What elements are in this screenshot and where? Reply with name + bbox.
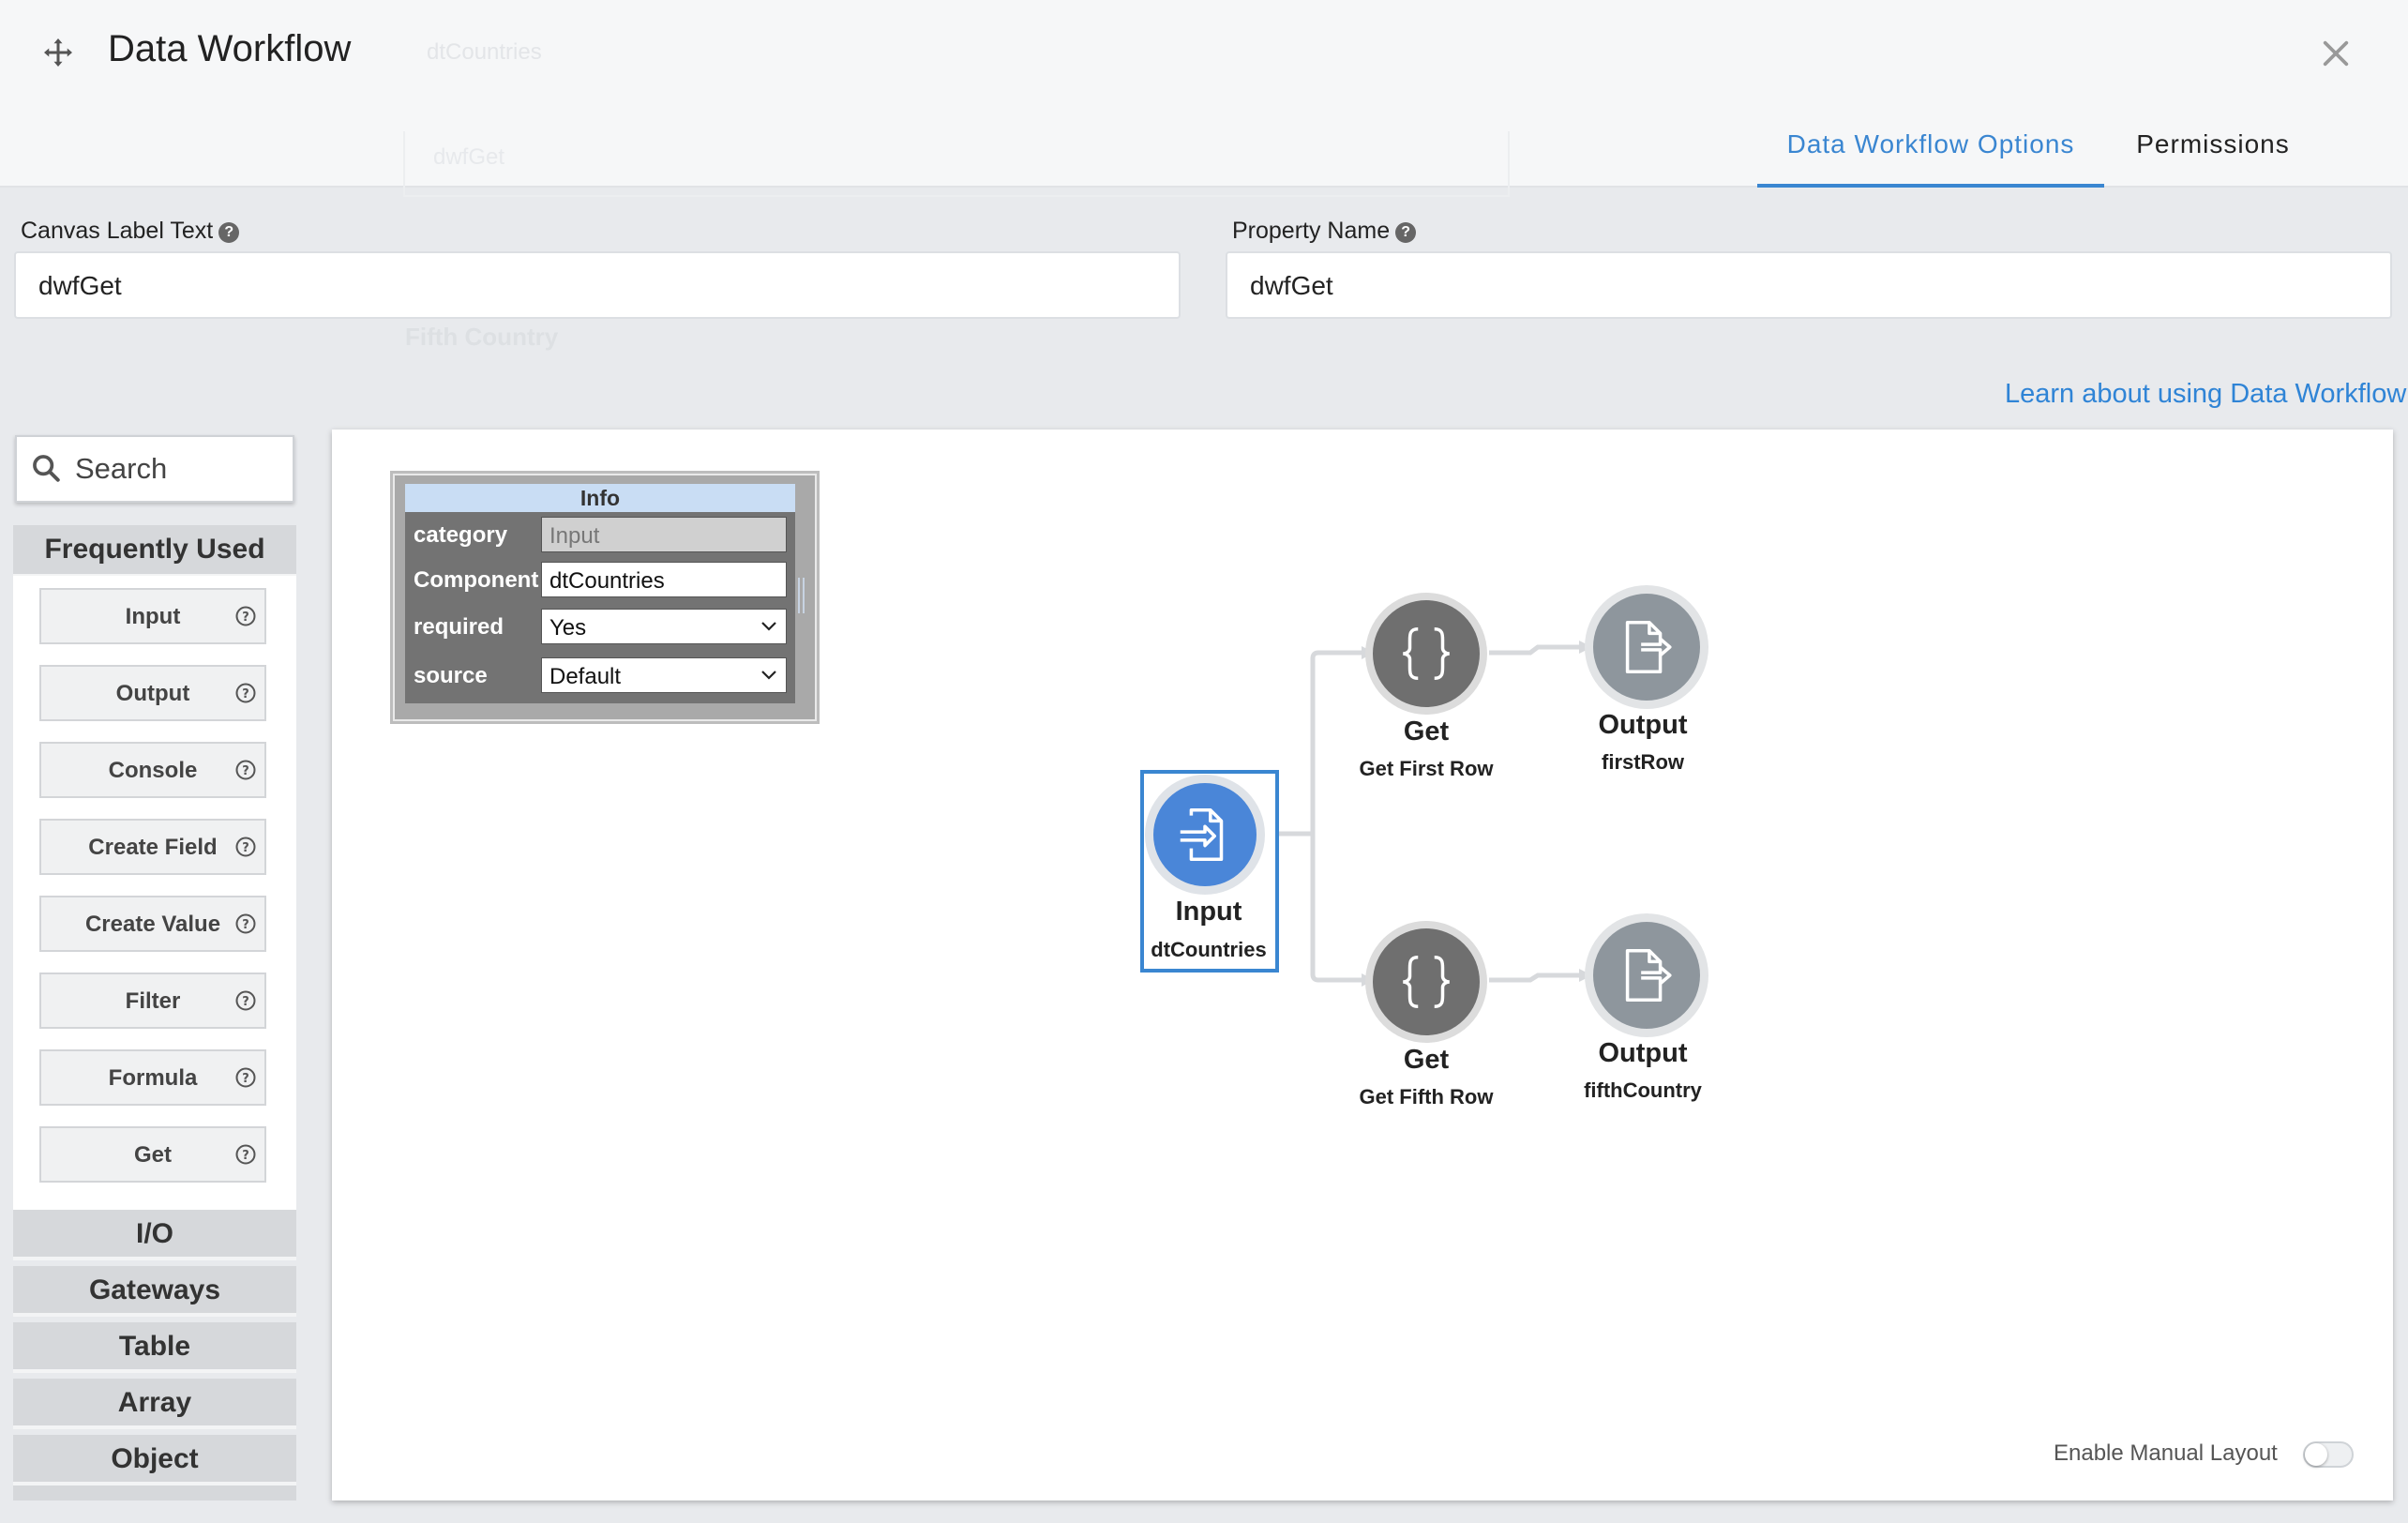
get-fifth-row-subtitle: Get Fifth Row [1359,1085,1494,1108]
chevron-down-icon [761,622,776,631]
toggle-knob [2305,1443,2327,1466]
help-icon[interactable]: ? [234,989,257,1012]
palette-item-label: Formula [108,1065,198,1091]
input-node-subtitle: dtCountries [1151,938,1267,961]
svg-text:?: ? [242,841,249,855]
help-icon[interactable]: ? [234,836,257,858]
output-fifthcountry-title: Output [1598,1038,1688,1068]
palette-item-label: Output [115,681,190,706]
get-fifth-row-title: Get [1403,1045,1450,1075]
canvas-label-text-label: Canvas Label Text? [21,218,240,245]
curly-braces-icon [1403,627,1450,680]
output-firstrow-subtitle: firstRow [1602,750,1684,774]
palette-item-create-field[interactable]: Create Field ? [39,819,266,875]
palette-item-get[interactable]: Get ? [39,1126,266,1183]
palette-item-label: Get [133,1142,172,1168]
canvas-label-text-input[interactable]: dwfGet [14,251,1181,319]
get-first-row-title: Get [1403,716,1450,746]
category-io[interactable]: I/O [13,1210,296,1260]
category-more [13,1485,296,1500]
palette-item-output[interactable]: Output ? [39,665,266,721]
palette-item-create-value[interactable]: Create Value ? [39,896,266,952]
svg-text:?: ? [242,1072,249,1086]
get-first-row-subtitle: Get First Row [1359,757,1494,780]
category-table[interactable]: Table [13,1322,296,1373]
dialog-title: Data Workflow [108,28,352,69]
category-object[interactable]: Object [13,1435,296,1485]
info-panel-title: Info [405,484,795,512]
input-icon [1180,808,1224,861]
learn-about-data-workflow-link[interactable]: Learn about using Data Workflow [2005,379,2406,410]
help-icon[interactable]: ? [234,912,257,935]
help-icon[interactable]: ? [234,1143,257,1166]
output-icon [1625,621,1672,673]
palette-item-console[interactable]: Console ? [39,742,266,798]
palette-item-label: Filter [125,988,181,1014]
info-label-component: Component [414,567,539,593]
resize-handle-icon[interactable] [797,578,806,613]
svg-text:?: ? [242,611,249,625]
palette-item-filter[interactable]: Filter ? [39,973,266,1029]
search-icon [33,455,60,482]
info-label-source: source [414,663,488,688]
palette-item-label: Input [125,604,181,629]
svg-text:?: ? [242,918,249,932]
info-value-category: Input [541,517,787,552]
palette-item-formula[interactable]: Formula ? [39,1049,266,1106]
help-icon[interactable]: ? [234,1066,257,1089]
tab-permissions[interactable]: Permissions [2110,113,2316,188]
svg-text:?: ? [242,1149,249,1163]
svg-text:?: ? [242,995,249,1009]
info-select-required-value: Yes [549,615,587,641]
output-fifthcountry-subtitle: fifthCountry [1584,1078,1702,1102]
category-frequently-used[interactable]: Frequently Used [13,525,296,578]
help-icon[interactable]: ? [1395,222,1417,243]
close-icon[interactable] [2320,38,2352,69]
palette-item-label: Create Field [88,835,218,860]
palette-item-label: Console [108,758,198,783]
help-icon[interactable]: ? [234,759,257,781]
output-firstrow-title: Output [1598,710,1688,740]
background-ghost-label: Fifth Country [405,323,559,351]
curly-braces-icon [1403,956,1450,1008]
help-icon[interactable]: ? [234,605,257,627]
help-icon[interactable]: ? [218,222,240,243]
svg-text:?: ? [242,764,249,778]
svg-text:?: ? [242,687,249,701]
tab-data-workflow-options[interactable]: Data Workflow Options [1757,113,2104,188]
category-gateways[interactable]: Gateways [13,1266,296,1317]
info-label-category: category [414,522,508,548]
info-select-source[interactable]: Default [541,657,787,693]
info-label-required: required [414,614,504,640]
input-node-title: Input [1175,897,1242,927]
background-ghost-field: dwfGet [403,131,1510,197]
info-select-required[interactable]: Yes [541,609,787,644]
chevron-down-icon [761,671,776,680]
category-array[interactable]: Array [13,1379,296,1429]
palette-item-input[interactable]: Input ? [39,588,266,644]
move-icon[interactable] [41,36,75,69]
canvas-label-text-label-text: Canvas Label Text [21,218,214,244]
output-icon [1625,949,1672,1002]
palette-item-label: Create Value [84,912,221,937]
help-icon[interactable]: ? [234,682,257,704]
info-select-source-value: Default [549,664,622,689]
info-input-component[interactable]: dtCountries [541,562,787,597]
property-name-label: Property Name? [1232,218,1417,245]
background-ghost-title: dtCountries [427,39,542,65]
enable-manual-layout-label: Enable Manual Layout [2054,1440,2278,1466]
property-name-input[interactable]: dwfGet [1226,251,2392,319]
property-name-label-text: Property Name [1232,218,1391,244]
